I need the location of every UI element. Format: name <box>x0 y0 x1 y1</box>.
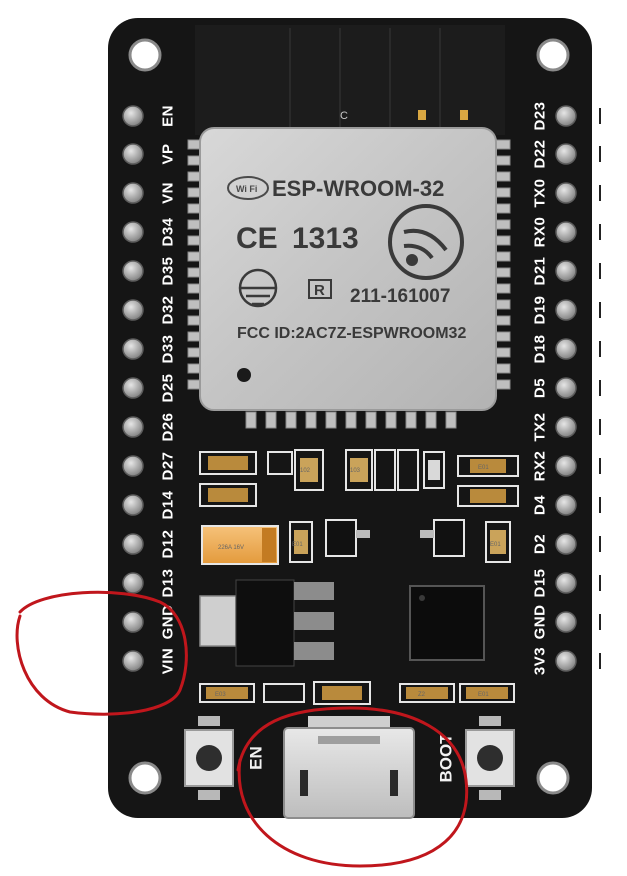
component-mark: 102 <box>300 468 311 474</box>
pin-label-left: VP <box>160 143 177 164</box>
usb-uart-ic <box>409 585 485 661</box>
right-pin-labels: D23 D22 TX0 RX0 D21 D19 D18 D5 TX2 RX2 D… <box>532 101 549 675</box>
pin-label-right: 3V3 <box>532 647 549 675</box>
left-header-pins <box>122 105 144 672</box>
module-model: ESP-WROOM-32 <box>272 176 444 201</box>
antenna-corner-mark: C <box>340 110 348 122</box>
component-mark: E01 <box>478 465 489 471</box>
micro-usb-port[interactable] <box>283 716 415 819</box>
pin-label-right: D19 <box>532 295 549 324</box>
pin-label-right: D21 <box>532 256 549 285</box>
pin-label-left: D33 <box>160 334 177 363</box>
wifi-logo-text: Wi Fi <box>236 184 257 194</box>
pin-label-right: D4 <box>532 495 549 515</box>
component-mark: Z2 <box>418 692 426 698</box>
right-header-pins <box>555 105 577 672</box>
component-mark: 103 <box>350 468 361 474</box>
registered-mark: R <box>314 282 325 299</box>
pin-label-right: D15 <box>532 568 549 597</box>
pin-label-left: D27 <box>160 451 177 480</box>
pin-label-right: D2 <box>532 534 549 554</box>
pin-label-right: D18 <box>532 334 549 363</box>
component-mark: E01 <box>478 692 489 698</box>
component-mark: E01 <box>490 542 501 548</box>
esp32-board-photo: C Wi Fi ESP-WROOM-32 CE 1313 R 211-16100… <box>15 18 601 868</box>
pin-label-left: D35 <box>160 256 177 285</box>
pin-label-right: TX0 <box>532 178 549 207</box>
cert-number: 1313 <box>292 222 359 255</box>
pin-label-left: GND <box>160 605 177 640</box>
pin-label-left: D14 <box>160 490 177 519</box>
fcc-id: FCC ID:2AC7Z-ESPWROOM32 <box>237 325 466 342</box>
pin-label-left: EN <box>160 105 177 127</box>
tantalum-marking: 226A 16V <box>218 545 244 551</box>
pin-label-left: D34 <box>160 217 177 246</box>
pin-label-right: RX2 <box>532 451 549 482</box>
pin-label-left: D26 <box>160 412 177 441</box>
left-pin-labels: EN VP VN D34 D35 D32 D33 D25 D26 D27 D14… <box>160 105 177 674</box>
pin-label-right: RX0 <box>532 217 549 248</box>
pin-label-left: VN <box>160 182 177 204</box>
antenna-area <box>195 25 505 135</box>
pin-label-left: D32 <box>160 295 177 324</box>
pin-label-left: D13 <box>160 568 177 597</box>
approval-code: 211-161007 <box>350 286 450 307</box>
en-button-label: EN <box>247 746 266 770</box>
pin1-marker <box>237 368 251 382</box>
pin-label-right: D5 <box>532 378 549 398</box>
pin-label-left: VIN <box>160 648 177 675</box>
pin-label-right: D23 <box>532 101 549 130</box>
pin-label-right: GND <box>532 605 549 640</box>
pin-label-left: D12 <box>160 529 177 558</box>
pin-label-left: D25 <box>160 373 177 402</box>
component-mark: E03 <box>215 692 226 698</box>
component-mark: E01 <box>292 542 303 548</box>
pin-label-right: D22 <box>532 139 549 168</box>
ce-mark: CE <box>236 222 278 255</box>
pin-label-right: TX2 <box>532 412 549 441</box>
